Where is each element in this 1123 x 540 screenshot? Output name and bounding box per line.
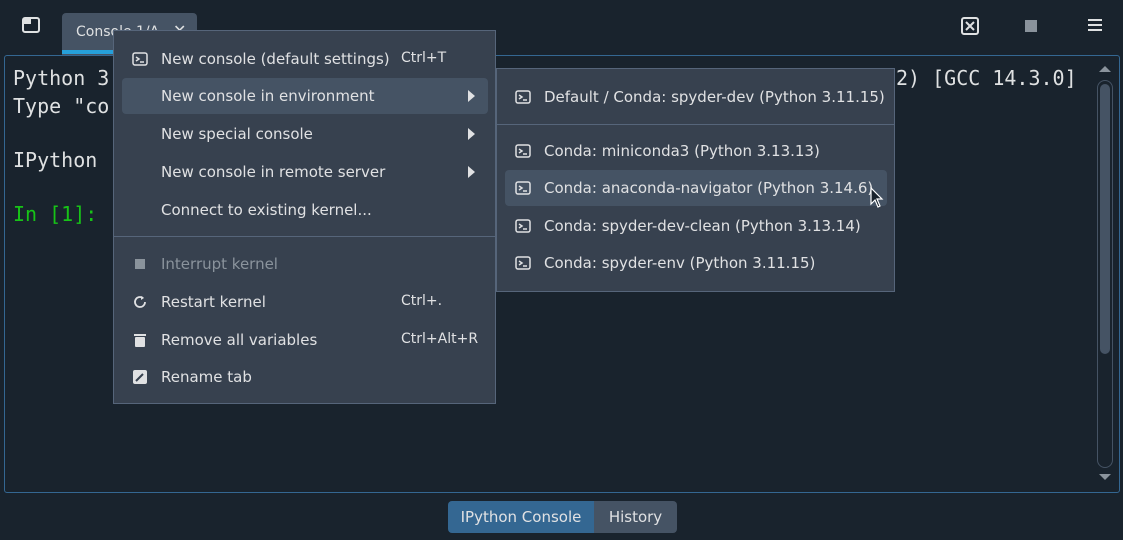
env-item-label: Conda: anaconda-navigator (Python 3.14.6… <box>544 179 874 197</box>
menu-item-label: Connect to existing kernel... <box>161 201 372 219</box>
terminal-icon <box>515 89 531 105</box>
menu-item-label: New special console <box>161 125 313 143</box>
menu-item-restart-kernel[interactable]: Restart kernel Ctrl+. <box>122 284 488 320</box>
trash-icon <box>132 332 148 348</box>
console-prompt: In [1]: <box>13 202 98 226</box>
menu-item-label: Rename tab <box>161 368 252 386</box>
env-item-default-spyder-dev[interactable]: Default / Conda: spyder-dev (Python 3.11… <box>505 79 887 115</box>
menu-item-interrupt-kernel: Interrupt kernel <box>122 246 488 282</box>
rename-icon <box>132 369 148 385</box>
tab-ipython-console-label: IPython Console <box>460 508 582 526</box>
terminal-icon <box>515 143 531 159</box>
env-item-label: Default / Conda: spyder-dev (Python 3.11… <box>544 88 885 106</box>
stop-icon[interactable] <box>1021 16 1041 36</box>
submenu-arrow-icon <box>468 166 475 178</box>
tab-history-label: History <box>608 508 663 526</box>
console-line-3: IPython <box>13 148 98 172</box>
hamburger-menu-icon[interactable] <box>1084 15 1106 35</box>
env-item-label: Conda: spyder-dev-clean (Python 3.13.14) <box>544 217 861 235</box>
mouse-cursor-icon <box>870 186 884 213</box>
menu-item-label: New console in environment <box>161 87 375 105</box>
menu-item-label: Remove all variables <box>161 331 318 349</box>
restart-icon <box>132 294 148 310</box>
terminal-icon <box>515 180 531 196</box>
scrollbar-handle[interactable] <box>1100 84 1110 354</box>
menu-item-new-console-remote[interactable]: New console in remote server <box>122 154 488 190</box>
menu-item-label: New console in remote server <box>161 163 386 181</box>
env-item-label: Conda: miniconda3 (Python 3.13.13) <box>544 142 820 160</box>
submenu-arrow-icon <box>468 128 475 140</box>
console-line-1: Python 3 <box>13 66 110 90</box>
terminal-icon <box>132 51 148 67</box>
console-line-2: Type "co <box>13 94 110 118</box>
menu-item-new-special-console[interactable]: New special console <box>122 116 488 152</box>
env-item-miniconda3[interactable]: Conda: miniconda3 (Python 3.13.13) <box>505 133 887 169</box>
menu-item-new-console-default[interactable]: New console (default settings) Ctrl+T <box>122 41 488 77</box>
stop-icon <box>132 256 148 272</box>
env-item-anaconda-navigator[interactable]: Conda: anaconda-navigator (Python 3.14.6… <box>505 170 887 206</box>
terminal-icon <box>515 255 531 271</box>
environment-submenu: Default / Conda: spyder-dev (Python 3.11… <box>496 68 895 292</box>
scroll-up-arrow[interactable] <box>1099 66 1111 72</box>
close-console-icon[interactable] <box>959 15 981 37</box>
env-item-label: Conda: spyder-env (Python 3.11.15) <box>544 254 816 272</box>
window-icon[interactable] <box>20 15 42 35</box>
env-item-spyder-dev-clean[interactable]: Conda: spyder-dev-clean (Python 3.13.14) <box>505 208 887 244</box>
menu-item-shortcut: Ctrl+Alt+R <box>401 331 479 347</box>
tab-ipython-console[interactable]: IPython Console <box>448 501 594 533</box>
scroll-down-arrow[interactable] <box>1099 474 1111 480</box>
menu-item-connect-existing-kernel[interactable]: Connect to existing kernel... <box>122 192 488 228</box>
menu-item-label: Restart kernel <box>161 293 266 311</box>
submenu-arrow-icon <box>468 90 475 102</box>
menu-item-label: Interrupt kernel <box>161 255 278 273</box>
menu-item-rename-tab[interactable]: Rename tab <box>122 359 488 395</box>
tab-history[interactable]: History <box>594 501 677 533</box>
menu-item-label: New console (default settings) <box>161 50 390 68</box>
menu-separator <box>114 236 495 237</box>
menu-item-remove-all-variables[interactable]: Remove all variables Ctrl+Alt+R <box>122 322 488 358</box>
terminal-icon <box>515 218 531 234</box>
menu-item-shortcut: Ctrl+T <box>401 50 447 66</box>
env-item-spyder-env[interactable]: Conda: spyder-env (Python 3.11.15) <box>505 245 887 281</box>
console-line-1-tail: 2) [GCC 14.3.0] <box>896 66 1077 90</box>
menu-item-new-console-in-environment[interactable]: New console in environment <box>122 78 488 114</box>
console-options-menu: New console (default settings) Ctrl+T Ne… <box>113 30 496 404</box>
menu-separator <box>497 124 894 125</box>
menu-item-shortcut: Ctrl+. <box>401 293 443 309</box>
